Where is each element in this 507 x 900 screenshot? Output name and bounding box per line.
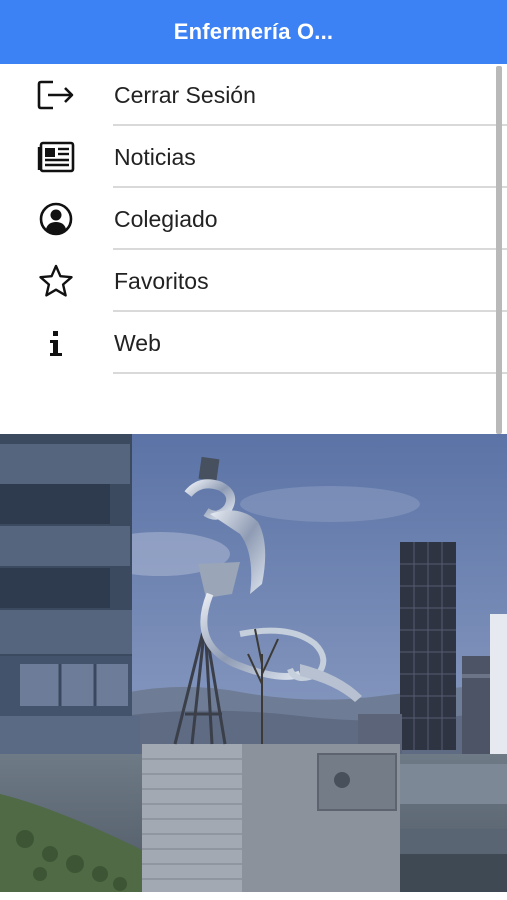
menu-item-label: Web — [114, 330, 161, 356]
menu-item-noticias[interactable]: Noticias — [0, 126, 507, 188]
logout-icon — [36, 78, 76, 112]
menu-item-label: Cerrar Sesión — [114, 82, 256, 108]
menu-item-web[interactable]: Web — [0, 312, 507, 374]
star-outline-icon — [36, 264, 76, 298]
menu-item-cerrar-sesion[interactable]: Cerrar Sesión — [0, 64, 507, 126]
menu-item-colegiado[interactable]: Colegiado — [0, 188, 507, 250]
account-circle-icon — [36, 202, 76, 236]
menu-item-label: Colegiado — [114, 206, 218, 232]
scrollbar[interactable] — [496, 66, 502, 434]
app-title: Enfermería O... — [173, 19, 334, 44]
bottom-strip — [0, 892, 507, 900]
menu-item-label: Noticias — [114, 144, 196, 170]
sculpture-photo — [0, 434, 507, 892]
info-icon — [36, 326, 76, 360]
navigation-menu: Cerrar Sesión Noticias Colegiado Favorit… — [0, 64, 507, 434]
menu-item-favoritos[interactable]: Favoritos — [0, 250, 507, 312]
divider — [113, 372, 507, 374]
newspaper-icon — [36, 140, 76, 174]
app-bar: Enfermería O... — [0, 0, 507, 64]
menu-item-label: Favoritos — [114, 268, 209, 294]
